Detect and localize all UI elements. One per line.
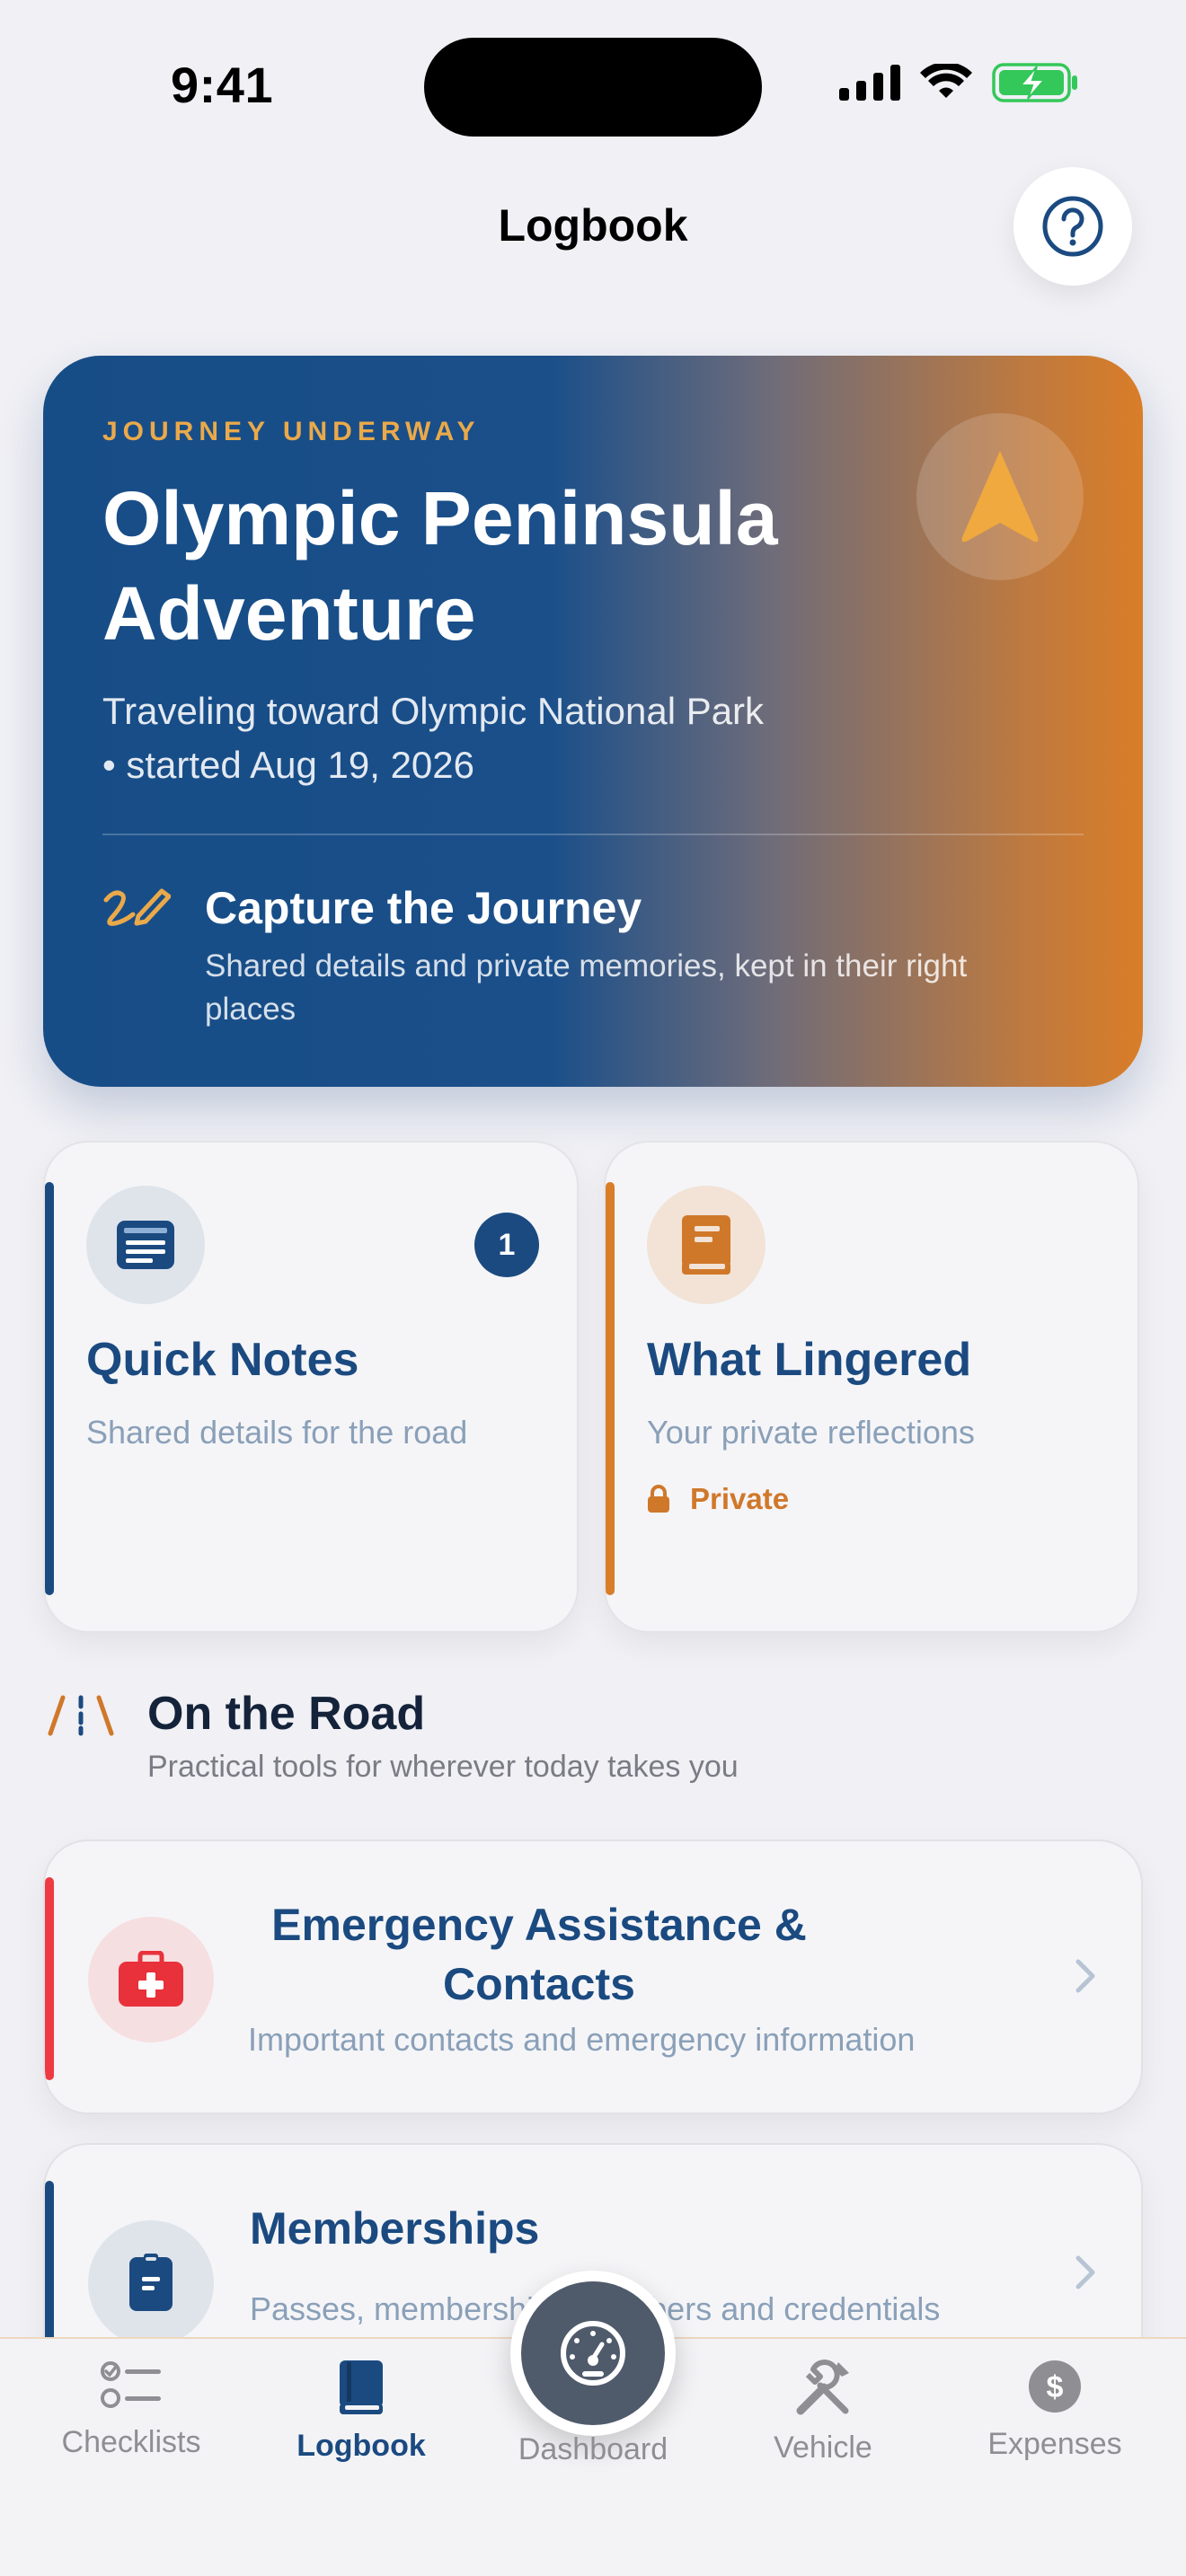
wrench-screwdriver-icon [796, 2360, 849, 2415]
tab-label: Logbook [296, 2429, 426, 2463]
help-button[interactable] [1013, 167, 1132, 286]
id-card-icon-badge [88, 2220, 214, 2346]
tab-label: Expenses [987, 2427, 1122, 2461]
card-accent [606, 1182, 615, 1595]
speedometer-icon [561, 2321, 625, 2386]
tab-expenses[interactable]: $ Expenses [956, 2359, 1154, 2462]
what-lingered-title: What Lingered [647, 1334, 972, 1386]
emergency-title: Emergency Assistance & Contacts [271, 1900, 807, 2009]
section-title: On the Road [147, 1688, 426, 1740]
journal-book-icon [682, 1215, 730, 1275]
first-aid-kit-icon [119, 1951, 183, 2007]
chevron-right-icon [1075, 2255, 1095, 2289]
cellular-signal-icon [839, 65, 900, 101]
logbook-icon [340, 2360, 383, 2414]
memberships-title: Memberships [250, 2203, 540, 2254]
id-card-icon [129, 2254, 173, 2311]
capture-subtitle: Shared details and private memories, kep… [205, 948, 968, 1027]
quick-notes-card[interactable]: 1 Quick Notes Shared details for the roa… [43, 1141, 579, 1633]
lock-icon [648, 1485, 669, 1513]
page-title: Logbook [498, 200, 688, 251]
tab-label: Vehicle [774, 2430, 872, 2465]
what-lingered-card[interactable]: What Lingered Your private reflections P… [604, 1141, 1139, 1633]
section-subtitle: Practical tools for wherever today takes… [147, 1750, 739, 1784]
chevron-right-icon [1075, 1959, 1095, 1993]
question-circle-icon [1042, 196, 1103, 257]
what-lingered-subtitle: Your private reflections [647, 1414, 975, 1451]
dynamic-island [424, 38, 762, 137]
private-tag: Private [647, 1482, 789, 1516]
battery-charging-icon [992, 63, 1077, 102]
journal-icon-badge [647, 1186, 766, 1304]
navigation-arrow-icon [961, 451, 1039, 543]
dashboard-button-inner [521, 2281, 665, 2425]
status-time: 9:41 [171, 57, 274, 113]
note-icon [117, 1221, 174, 1269]
tab-checklists[interactable]: Checklists [32, 2359, 230, 2460]
journey-status-label: JOURNEY UNDERWAY [102, 417, 481, 446]
journey-subtitle: Traveling toward Olympic National Park •… [102, 690, 765, 786]
private-label: Private [690, 1482, 790, 1515]
road-icon [48, 1695, 114, 1736]
status-icons [839, 63, 1078, 102]
notes-count-badge: 1 [474, 1213, 539, 1277]
journey-hero-card[interactable]: JOURNEY UNDERWAY Olympic Peninsula Adven… [43, 356, 1143, 1087]
wifi-icon [920, 64, 972, 98]
journey-badge [916, 413, 1084, 580]
quick-notes-title: Quick Notes [86, 1334, 359, 1386]
journey-title: Olympic Peninsula Adventure [102, 476, 778, 656]
quick-notes-subtitle: Shared details for the road [86, 1414, 468, 1451]
pen-signature-icon [103, 888, 171, 926]
tab-vehicle[interactable]: Vehicle [724, 2359, 922, 2466]
checklist-icon [101, 2361, 161, 2408]
dollar-circle-icon: $ [1029, 2360, 1081, 2413]
emergency-subtitle: Important contacts and emergency informa… [248, 2021, 916, 2058]
capture-title: Capture the Journey [205, 883, 642, 933]
tab-logbook[interactable]: Logbook [262, 2359, 460, 2464]
row-accent [45, 1877, 54, 2080]
note-icon-badge [86, 1186, 205, 1304]
tab-dashboard[interactable] [510, 2271, 676, 2436]
first-aid-icon-badge [88, 1917, 214, 2042]
hero-divider [102, 834, 1084, 835]
emergency-contacts-row[interactable]: Emergency Assistance & Contacts Importan… [43, 1839, 1143, 2114]
card-accent [45, 1182, 54, 1595]
tab-dashboard-label: Dashboard [518, 2432, 668, 2466]
svg-text:$: $ [1047, 2370, 1064, 2404]
tab-label: Checklists [61, 2425, 201, 2459]
